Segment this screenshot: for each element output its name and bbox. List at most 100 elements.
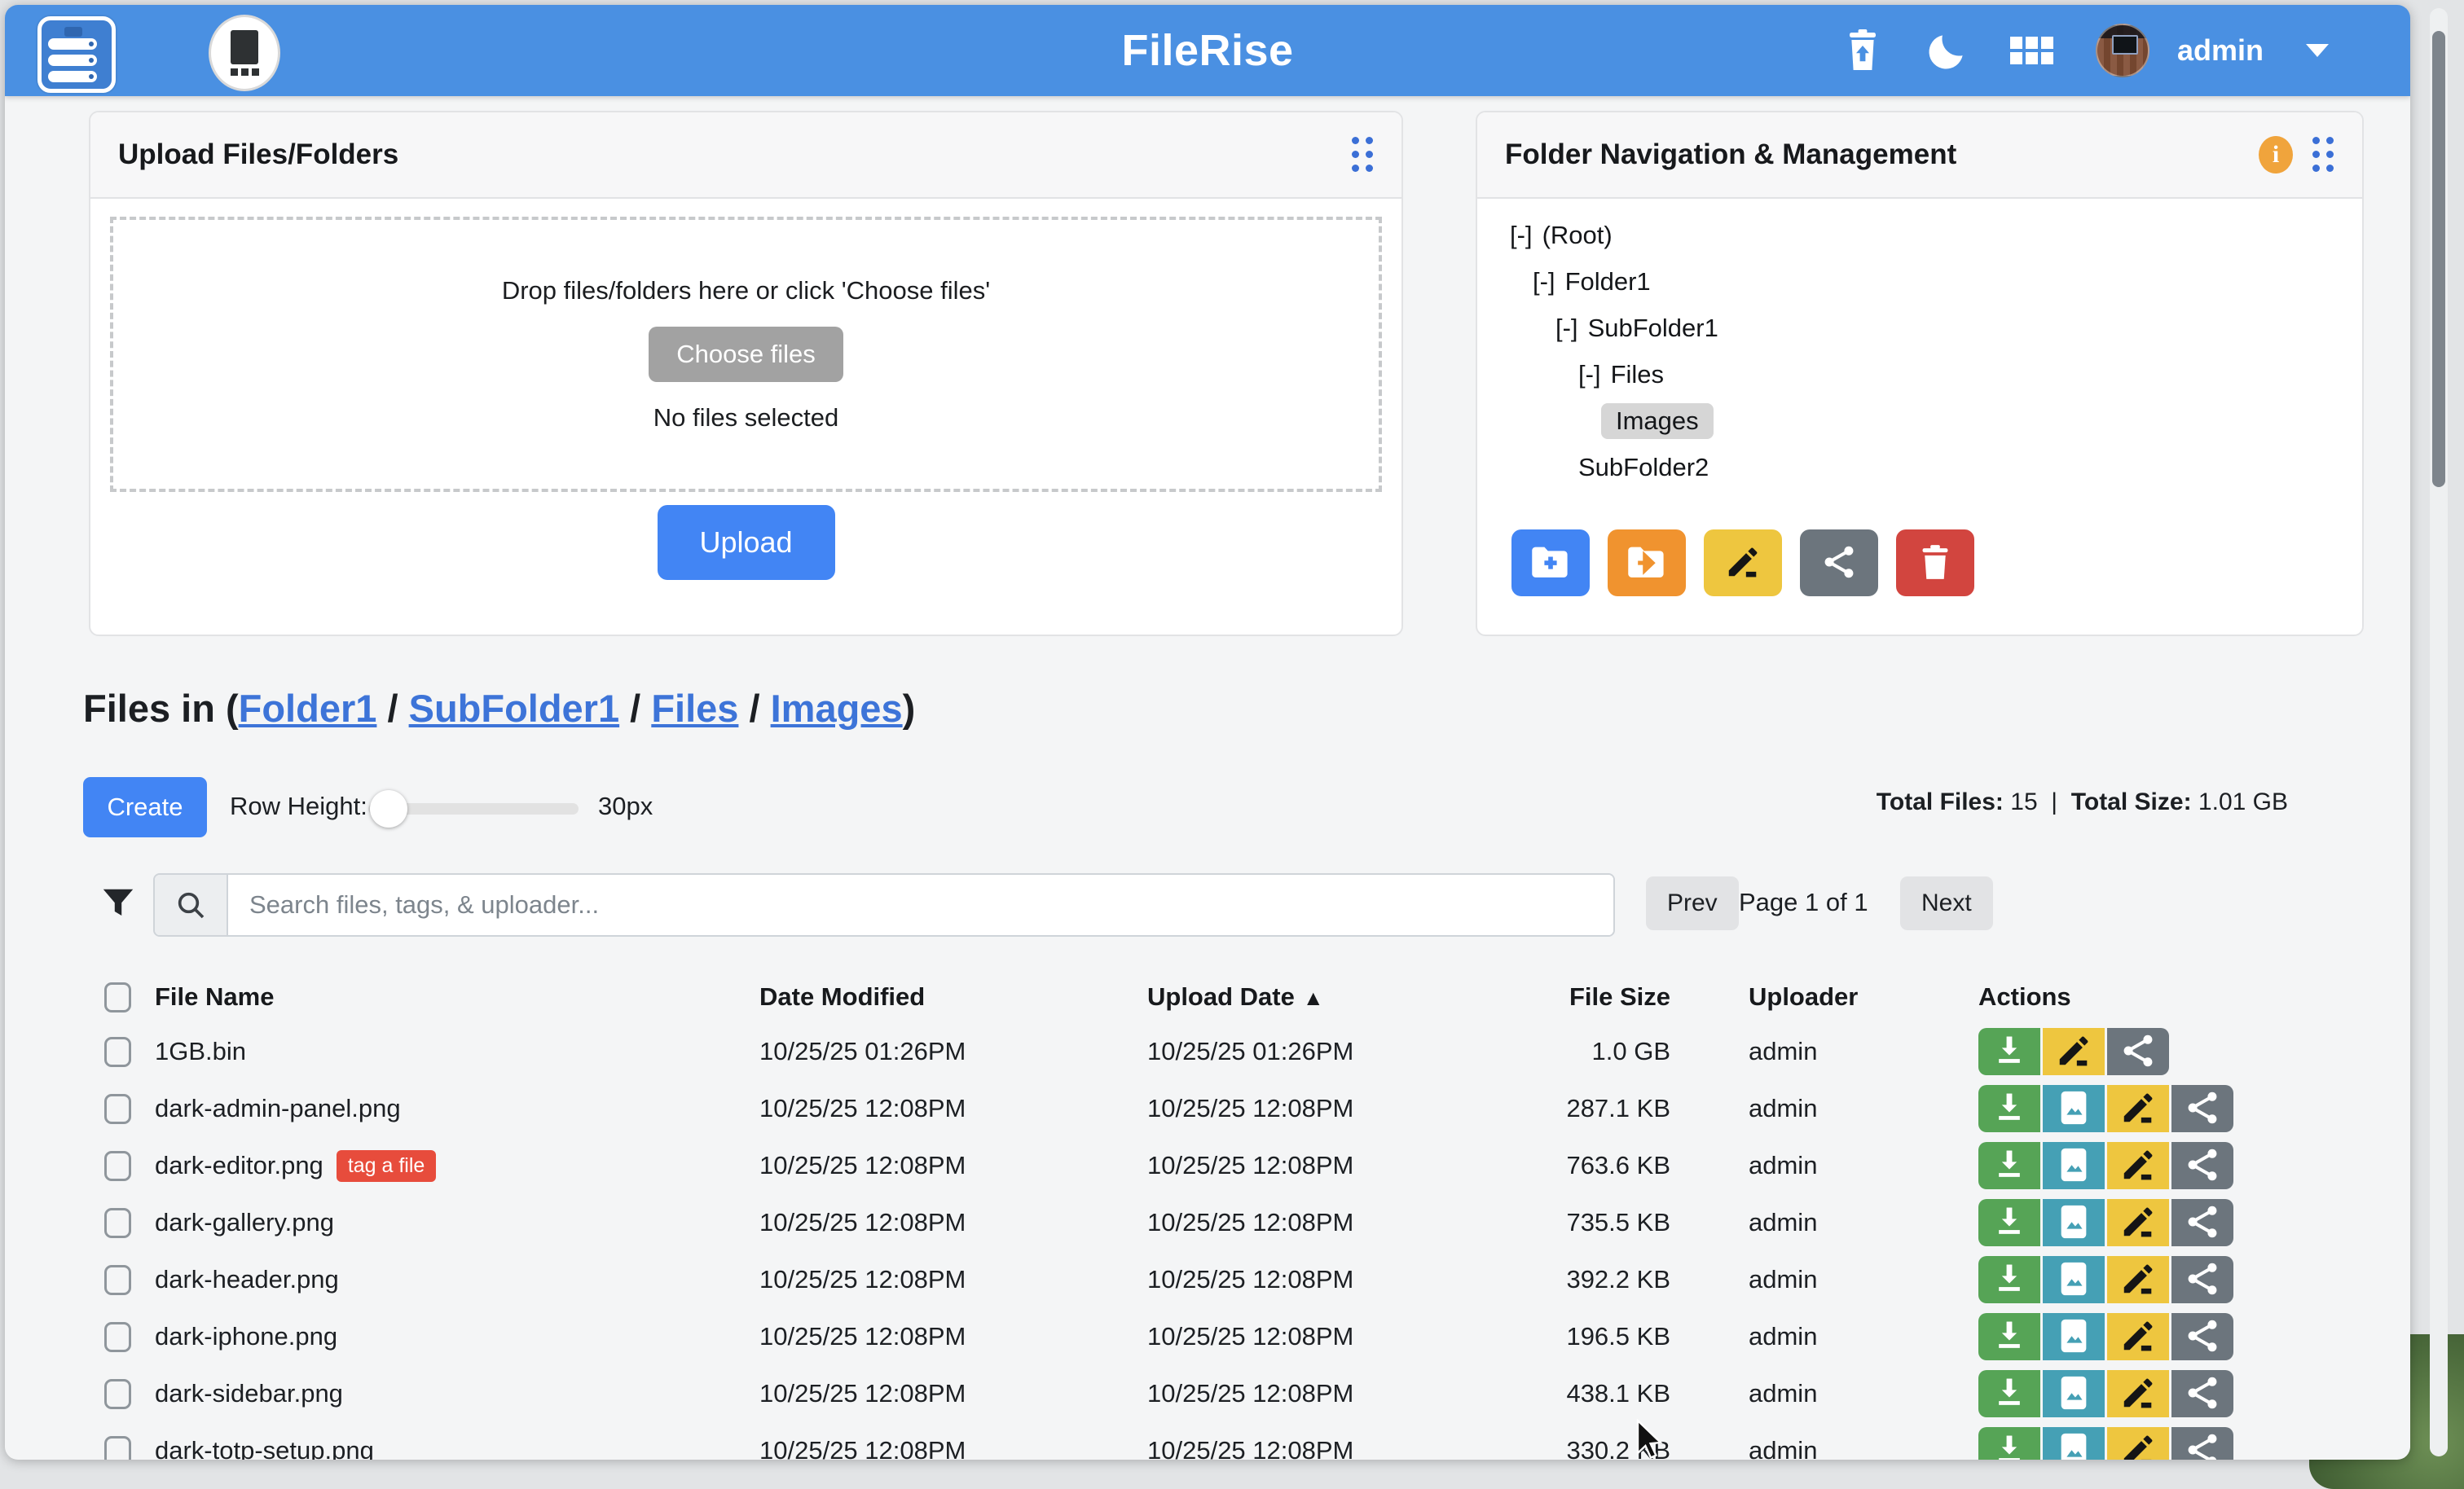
preview-button[interactable] (2043, 1313, 2105, 1360)
tree-toggle-icon[interactable]: [-] (1578, 360, 1601, 389)
user-avatar[interactable] (2096, 24, 2149, 77)
tree-item-images[interactable]: Images (1510, 398, 1718, 444)
tree-label[interactable]: SubFolder1 (1588, 314, 1718, 343)
file-name[interactable]: dark-header.png (155, 1265, 339, 1294)
download-button[interactable] (1978, 1256, 2040, 1303)
preview-button[interactable] (2043, 1199, 2105, 1246)
tree-item-folder1[interactable]: [-] Folder1 (1510, 258, 1718, 305)
download-button[interactable] (1978, 1313, 2040, 1360)
column-header-file-size[interactable]: File Size (1569, 982, 1749, 1012)
edit-button[interactable] (2107, 1085, 2169, 1132)
download-button[interactable] (1978, 1370, 2040, 1417)
edit-button[interactable] (2107, 1256, 2169, 1303)
column-header-date-modified[interactable]: Date Modified (759, 982, 1147, 1012)
file-name[interactable]: dark-editor.png (155, 1151, 323, 1180)
file-name[interactable]: dark-admin-panel.png (155, 1094, 401, 1123)
preview-button[interactable] (2043, 1256, 2105, 1303)
share-button[interactable] (2107, 1028, 2169, 1075)
delete-folder-button[interactable] (1896, 529, 1974, 596)
tree-label[interactable]: Files (1611, 360, 1664, 389)
apps-grid-icon[interactable] (2011, 29, 2053, 72)
row-checkbox[interactable] (104, 1094, 131, 1124)
breadcrumb-link-subfolder1[interactable]: SubFolder1 (409, 687, 620, 730)
dark-mode-moon-icon[interactable] (1926, 29, 1969, 72)
tree-toggle-icon[interactable]: [-] (1533, 267, 1555, 296)
preview-button[interactable] (2043, 1427, 2105, 1460)
move-folder-button[interactable] (1608, 529, 1686, 596)
tree-item-files[interactable]: [-] Files (1510, 351, 1718, 398)
breadcrumb-link-folder1[interactable]: Folder1 (239, 687, 377, 730)
next-page-button[interactable]: Next (1900, 876, 1993, 930)
table-row[interactable]: dark-admin-panel.png10/25/25 12:08PM10/2… (83, 1080, 2361, 1137)
edit-button[interactable] (2107, 1370, 2169, 1417)
edit-button[interactable] (2107, 1142, 2169, 1189)
edit-button[interactable] (2107, 1313, 2169, 1360)
choose-files-button[interactable]: Choose files (649, 327, 843, 382)
table-row[interactable]: dark-totp-setup.png10/25/25 12:08PM10/25… (83, 1422, 2361, 1460)
share-button[interactable] (2171, 1313, 2233, 1360)
file-tag-badge[interactable]: tag a file (337, 1150, 437, 1182)
tree-item-root[interactable]: [-] (Root) (1510, 212, 1718, 258)
preview-button[interactable] (2043, 1085, 2105, 1132)
tree-label[interactable]: (Root) (1542, 221, 1613, 250)
preview-button[interactable] (2043, 1370, 2105, 1417)
drag-handle-icon[interactable] (1352, 137, 1374, 173)
scrollbar-thumb[interactable] (2432, 31, 2445, 487)
tree-label[interactable]: SubFolder2 (1578, 453, 1709, 482)
slider-thumb[interactable] (370, 790, 407, 828)
table-row[interactable]: dark-iphone.png10/25/25 12:08PM10/25/25 … (83, 1308, 2361, 1365)
file-name[interactable]: dark-totp-setup.png (155, 1436, 374, 1460)
share-folder-button[interactable] (1800, 529, 1878, 596)
create-folder-button[interactable] (1511, 529, 1590, 596)
row-checkbox[interactable] (104, 1322, 131, 1352)
search-input[interactable] (228, 875, 1613, 935)
rename-folder-button[interactable] (1704, 529, 1782, 596)
tree-toggle-icon[interactable]: [-] (1510, 221, 1533, 250)
share-button[interactable] (2171, 1370, 2233, 1417)
column-header-upload-date[interactable]: Upload Date▲ (1147, 982, 1527, 1012)
user-menu-caret-icon[interactable] (2306, 44, 2329, 57)
download-button[interactable] (1978, 1427, 2040, 1460)
breadcrumb-link-files[interactable]: Files (651, 687, 738, 730)
drag-handle-icon[interactable] (2312, 137, 2334, 173)
row-checkbox[interactable] (104, 1037, 131, 1067)
share-button[interactable] (2171, 1256, 2233, 1303)
download-button[interactable] (1978, 1085, 2040, 1132)
download-button[interactable] (1978, 1028, 2040, 1075)
row-checkbox[interactable] (104, 1208, 131, 1238)
edit-button[interactable] (2043, 1028, 2105, 1075)
trash-restore-icon[interactable] (1841, 29, 1884, 72)
download-button[interactable] (1978, 1142, 2040, 1189)
column-header-actions[interactable]: Actions (1978, 982, 2361, 1012)
filter-funnel-icon[interactable] (99, 885, 137, 926)
table-row[interactable]: dark-gallery.png10/25/25 12:08PM10/25/25… (83, 1194, 2361, 1251)
share-button[interactable] (2171, 1085, 2233, 1132)
table-row[interactable]: dark-editor.pngtag a file10/25/25 12:08P… (83, 1137, 2361, 1194)
share-button[interactable] (2171, 1427, 2233, 1460)
preview-button[interactable] (2043, 1142, 2105, 1189)
create-button[interactable]: Create (83, 777, 207, 837)
breadcrumb-link-images[interactable]: Images (771, 687, 903, 730)
filerise-server-logo-icon[interactable] (37, 16, 116, 93)
share-button[interactable] (2171, 1142, 2233, 1189)
file-name[interactable]: 1GB.bin (155, 1037, 246, 1066)
info-icon[interactable]: i (2259, 136, 2293, 173)
table-row[interactable]: 1GB.bin10/25/25 01:26PM10/25/25 01:26PM1… (83, 1023, 2361, 1080)
edit-button[interactable] (2107, 1199, 2169, 1246)
select-all-checkbox[interactable] (104, 982, 131, 1012)
file-dropzone[interactable]: Drop files/folders here or click 'Choose… (110, 217, 1382, 492)
tree-label[interactable]: Folder1 (1565, 267, 1651, 296)
upload-button[interactable]: Upload (658, 505, 835, 580)
row-checkbox[interactable] (104, 1151, 131, 1181)
tree-item-subfolder2[interactable]: SubFolder2 (1510, 444, 1718, 490)
tree-toggle-icon[interactable]: [-] (1555, 314, 1578, 343)
edit-button[interactable] (2107, 1427, 2169, 1460)
file-name[interactable]: dark-iphone.png (155, 1322, 337, 1351)
tree-label[interactable]: Images (1601, 403, 1714, 439)
file-name[interactable]: dark-sidebar.png (155, 1379, 343, 1408)
download-button[interactable] (1978, 1199, 2040, 1246)
row-checkbox[interactable] (104, 1436, 131, 1460)
prev-page-button[interactable]: Prev (1646, 876, 1739, 930)
tree-item-subfolder1[interactable]: [-] SubFolder1 (1510, 305, 1718, 351)
row-checkbox[interactable] (104, 1265, 131, 1295)
